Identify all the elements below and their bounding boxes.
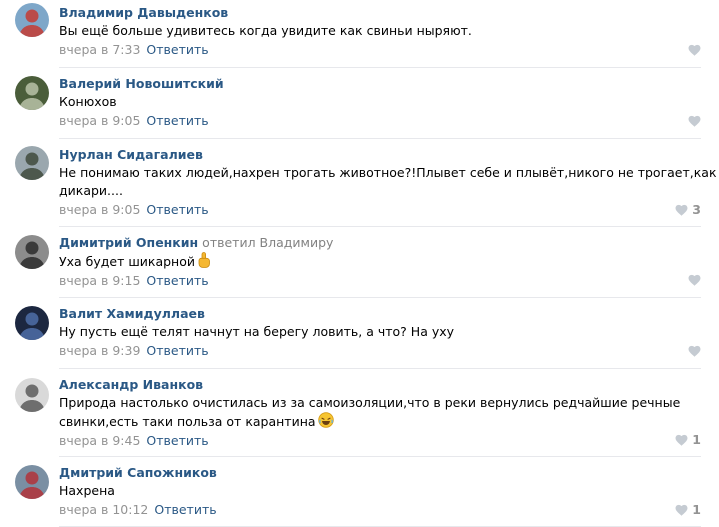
comment-date[interactable]: вчера в 9:39 [59,343,140,358]
comment-body: Димитрий Опенкин ответил Владимиру Уха бу… [59,234,701,290]
comment-text-line: свинки,есть таки польза от карантина [59,412,701,431]
reply-button[interactable]: Ответить [146,273,208,288]
heart-icon [688,44,701,56]
finger-up-emoji [198,252,210,268]
comment-body: Нурлан Сидагалиев Не понимаю таких людей,… [59,146,717,219]
comment-text: Ну пусть ещё телят начнут на берегу лови… [59,323,701,341]
comment-meta: вчера в 9:45 Ответить [59,432,701,450]
comment-text-line: Не понимаю таких людей,нахрен трогать жи… [59,165,717,180]
author-name[interactable]: Валерий Новошитский [59,76,224,91]
comment-date[interactable]: вчера в 10:12 [59,502,148,517]
comment-body: Валерий Новошитский Конюхов вчера в 9:05 От… [59,75,701,130]
avatar[interactable] [15,235,49,269]
comment-text: Конюхов [59,93,701,111]
heart-icon [675,204,688,216]
comment-header: Валерий Новошитский [59,75,701,92]
author-name[interactable]: Нурлан Сидагалиев [59,147,203,162]
comment-text: Природа настолько очистилась из за самои… [59,394,701,431]
comment-text-line: Природа настолько очистилась из за самои… [59,395,681,410]
heart-icon [688,115,701,127]
reply-button[interactable]: Ответить [146,202,208,217]
reply-button[interactable]: Ответить [146,433,208,448]
avatar[interactable] [15,146,49,180]
like-count: 3 [692,202,701,217]
reply-button[interactable]: Ответить [146,113,208,128]
comments-list: Владимир Давыденков Вы ещё больше удивите… [0,0,719,527]
author-name[interactable]: Владимир Давыденков [59,5,228,20]
comment-meta: вчера в 9:05 Ответить [59,201,701,219]
comment-meta: вчера в 10:12 Ответить [59,501,701,519]
comment-separator [59,456,701,457]
comment-meta: вчера в 7:33 Ответить [59,41,701,59]
comment-separator [59,138,701,139]
avatar[interactable] [15,76,49,110]
comment-header: Александр Иванков [59,376,701,393]
like-button[interactable] [688,342,701,360]
comment-text-line: Конюхов [59,94,117,109]
avatar[interactable] [15,306,49,340]
comment-separator [59,368,701,369]
comment-meta: вчера в 9:39 Ответить [59,342,701,360]
comment-separator [59,297,701,298]
author-name[interactable]: Валит Хамидуллаев [59,306,205,321]
comment-text-line: Ну пусть ещё телят начнут на берегу лови… [59,324,455,339]
comment-text: Уха будет шикарной [59,252,701,271]
comment-text: Нахрена [59,482,701,500]
like-button[interactable]: 3 [675,201,701,219]
comment-body: Владимир Давыденков Вы ещё больше удивите… [59,4,701,59]
like-button[interactable]: 1 [675,501,701,519]
like-count: 1 [692,432,701,447]
comment-meta: вчера в 9:05 Ответить [59,112,701,130]
heart-icon [675,434,688,446]
replied-label: ответил [202,235,256,250]
comment-body: Дмитрий Сапожников Нахрена вчера в 10:12 От… [59,464,701,519]
comment-text-line: Вы ещё больше удивитесь когда увидите ка… [59,23,472,38]
comment-text: Вы ещё больше удивитесь когда увидите ка… [59,22,701,40]
avatar[interactable] [15,378,49,412]
avatar[interactable] [15,3,49,37]
reply-target-name[interactable]: Владимиру [260,235,334,250]
comment-separator [59,226,701,227]
comment-header: Нурлан Сидагалиев [59,146,701,163]
heart-icon [688,274,701,286]
comment-header: Димитрий Опенкин ответил Владимиру [59,234,701,251]
avatar[interactable] [15,465,49,499]
comment-text: Не понимаю таких людей,нахрен трогать жи… [59,164,717,200]
laughing-emoji [317,412,334,428]
like-button[interactable] [688,271,701,289]
comment-meta: вчера в 9:15 Ответить [59,272,701,290]
heart-icon [675,504,688,516]
like-button[interactable] [688,41,701,59]
author-name[interactable]: Дмитрий Сапожников [59,465,217,480]
comment-header: Валит Хамидуллаев [59,305,701,322]
heart-icon [688,345,701,357]
comment-body: Валит Хамидуллаев Ну пусть ещё телят начн… [59,305,701,360]
comment-body: Александр Иванков Природа настолько очист… [59,376,701,450]
author-name[interactable]: Александр Иванков [59,377,203,392]
comment-date[interactable]: вчера в 9:15 [59,273,140,288]
like-count: 1 [692,502,701,517]
author-name[interactable]: Димитрий Опенкин [59,235,198,250]
like-button[interactable]: 1 [675,431,701,449]
like-button[interactable] [688,112,701,130]
reply-button[interactable]: Ответить [146,343,208,358]
comment-text-line: Уха будет шикарной [59,252,701,271]
reply-button[interactable]: Ответить [154,502,216,517]
comment-text-line: дикари.... [59,183,123,198]
comment-date[interactable]: вчера в 9:05 [59,113,140,128]
reply-button[interactable]: Ответить [146,42,208,57]
comment-separator [59,67,701,68]
comment-date[interactable]: вчера в 9:05 [59,202,140,217]
comment-text-line: Нахрена [59,483,115,498]
comment-header: Дмитрий Сапожников [59,464,701,481]
comment-header: Владимир Давыденков [59,4,701,21]
comment-date[interactable]: вчера в 7:33 [59,42,140,57]
comment-date[interactable]: вчера в 9:45 [59,433,140,448]
